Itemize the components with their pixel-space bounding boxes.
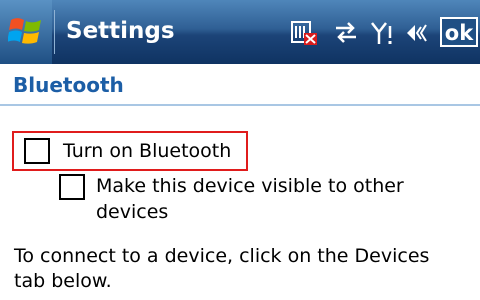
instruction-line2: tab below. (14, 270, 112, 292)
visible-device-label-line2[interactable]: devices (96, 200, 168, 224)
visible-device-label-line1[interactable]: Make this device visible to other (96, 174, 404, 198)
visible-device-checkbox[interactable] (59, 174, 85, 200)
ok-button[interactable]: ok (440, 17, 478, 47)
windows-flag-icon (8, 18, 41, 44)
window-title: Settings (66, 18, 175, 44)
title-separator (54, 10, 55, 54)
instruction-line1: To connect to a device, click on the Dev… (14, 245, 430, 267)
turn-on-bluetooth-checkbox[interactable] (24, 138, 50, 164)
connectivity-icon[interactable] (332, 20, 360, 48)
sim-missing-icon[interactable] (290, 20, 318, 50)
bluetooth-settings-screen: Settings ok Bluetooth Turn on Bluetooth … (0, 0, 480, 300)
start-button[interactable] (0, 0, 52, 64)
turn-on-bluetooth-label[interactable]: Turn on Bluetooth (63, 139, 231, 163)
title-bar: Settings ok (0, 0, 480, 64)
header-divider (0, 104, 480, 106)
signal-icon[interactable] (370, 20, 396, 50)
volume-icon[interactable] (405, 20, 433, 50)
page-title: Bluetooth (13, 73, 124, 97)
instruction-text: To connect to a device, click on the Dev… (14, 244, 474, 294)
